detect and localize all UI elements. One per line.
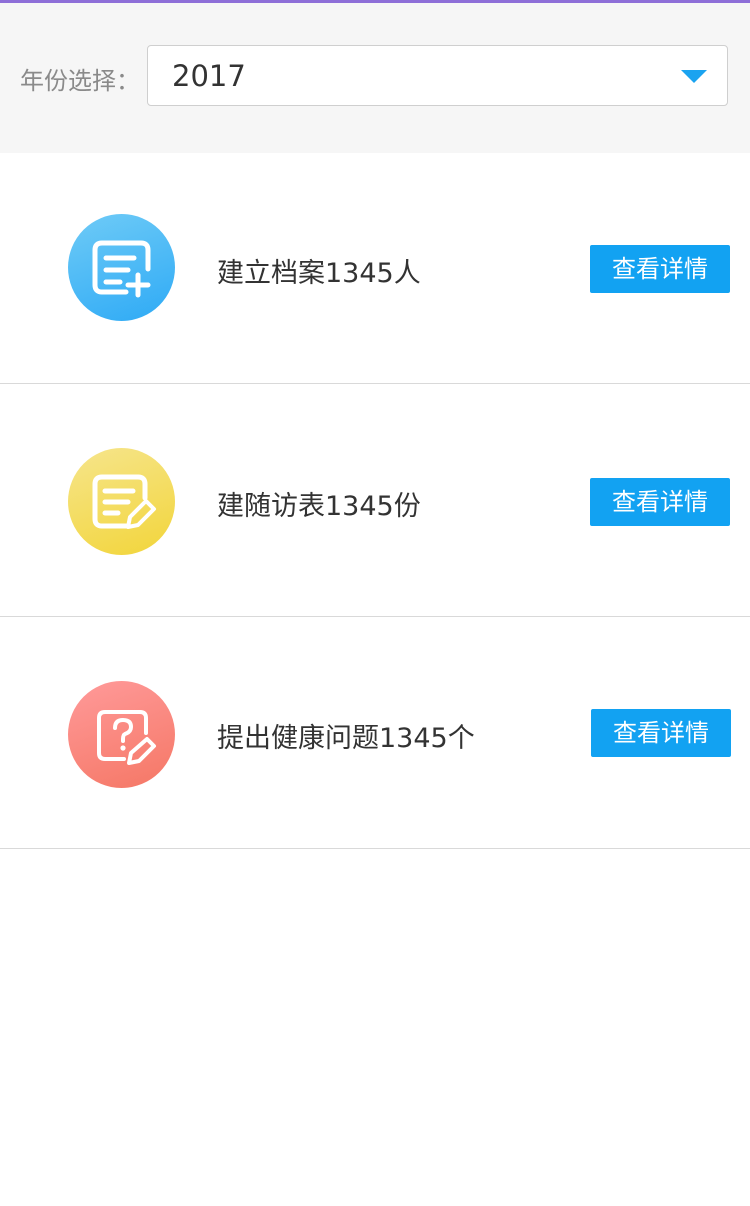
year-select-value: 2017 (172, 59, 246, 93)
view-details-button[interactable]: 查看详情 (590, 478, 730, 526)
followup-count-text: 建随访表1345份 (217, 491, 421, 522)
year-select[interactable]: 2017 (147, 45, 728, 106)
record-count-text: 建立档案1345人 (217, 258, 421, 289)
health-issue-count-text: 提出健康问题1345个 (217, 723, 475, 754)
view-details-button[interactable]: 查看详情 (591, 709, 731, 757)
year-filter-label: 年份选择： (20, 67, 140, 95)
year-filter-bar: 年份选择： 2017 (0, 3, 750, 153)
chevron-down-icon (681, 70, 707, 83)
list-item: 提出健康问题1345个 查看详情 (0, 618, 750, 849)
list-item: 建立档案1345人 查看详情 (0, 153, 750, 384)
document-add-icon (68, 214, 175, 321)
document-edit-icon (68, 448, 175, 555)
list-item: 建随访表1345份 查看详情 (0, 386, 750, 617)
view-details-button[interactable]: 查看详情 (590, 245, 730, 293)
question-edit-icon (68, 681, 175, 788)
